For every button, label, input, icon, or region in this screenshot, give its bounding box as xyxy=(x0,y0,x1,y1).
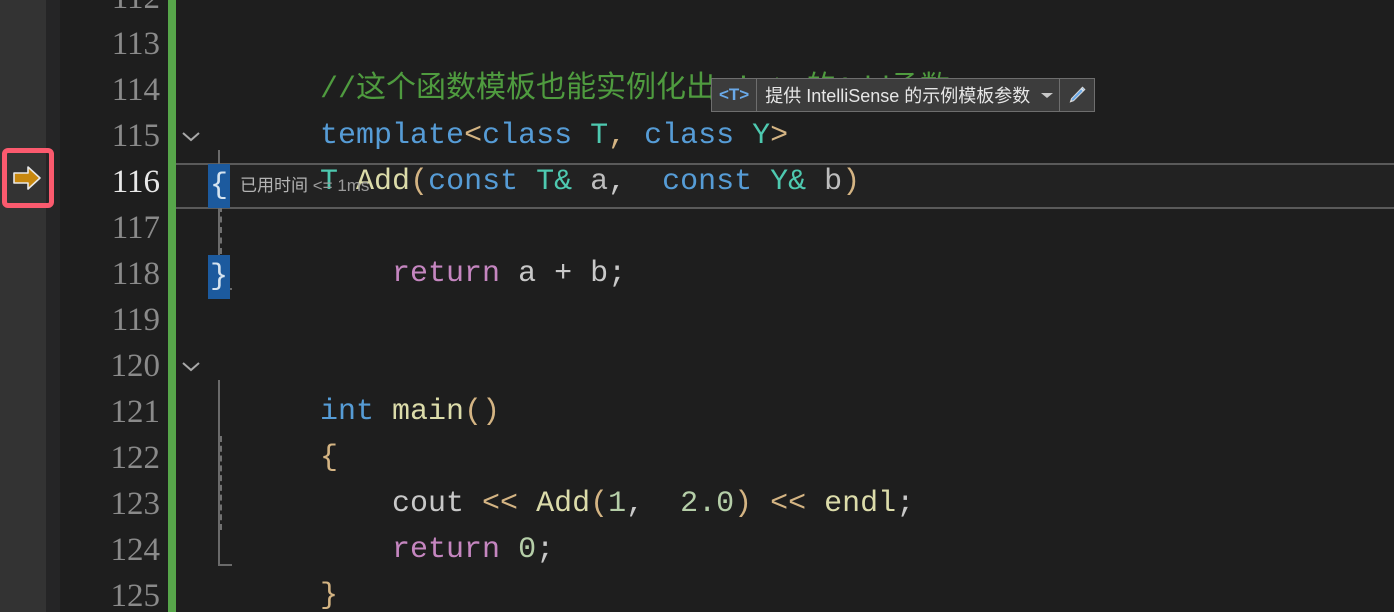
code-line-117: return a + b; xyxy=(176,205,1394,291)
line-number: 115 xyxy=(111,118,160,154)
elapsed-time-hint: 已用时间 <= 1ms xyxy=(240,172,369,200)
modified-lines-indicator xyxy=(168,0,176,612)
current-statement-arrow-icon xyxy=(12,165,42,191)
code-line-115: T Add(const T& a, const Y& b) xyxy=(176,113,1394,199)
token-const-2: const xyxy=(662,165,753,199)
code-line-123: return 0; xyxy=(176,481,1394,567)
line-number: 117 xyxy=(111,210,160,246)
token-brace-close: } xyxy=(320,579,339,612)
line-number: 113 xyxy=(111,26,160,62)
elapsed-time-value: <= 1ms xyxy=(312,176,370,195)
token-paren-open: ( xyxy=(410,165,429,199)
token-param-b: b xyxy=(806,165,843,199)
line-number-active: 116 xyxy=(111,164,160,200)
token-param-type-Y: Y& xyxy=(752,165,807,199)
code-line-121: { xyxy=(176,389,1394,475)
token-param-a: a xyxy=(572,165,609,199)
token-param-type-T: T& xyxy=(518,165,573,199)
line-number: 120 xyxy=(110,348,161,384)
line-number: 124 xyxy=(110,532,161,568)
code-line-118-brace: } xyxy=(209,260,228,294)
token-return: return xyxy=(392,257,501,291)
line-number: 125 xyxy=(110,578,161,612)
token-const-1: const xyxy=(428,165,519,199)
line-number: 118 xyxy=(111,256,160,292)
line-number: 121 xyxy=(110,394,161,430)
code-line-113: //这个函数模板也能实例化出 int 的Add函数 xyxy=(176,21,1394,107)
code-line-120: int main() xyxy=(176,343,1394,429)
code-line-122: cout << Add(1, 2.0) << endl; xyxy=(176,435,1394,521)
line-number: 119 xyxy=(111,302,160,338)
breakpoint-gutter[interactable] xyxy=(0,0,46,612)
intellisense-tooltip-text: 提供 IntelliSense 的示例模板参数 xyxy=(765,86,1031,106)
line-number-gutter: 112 113 114 115 116 117 118 119 120 121 … xyxy=(60,0,168,612)
template-param-tag: <T> xyxy=(712,79,758,111)
pencil-icon[interactable] xyxy=(1059,79,1094,111)
chevron-down-icon[interactable] xyxy=(1039,79,1059,111)
token-expression: a + b; xyxy=(500,257,627,291)
intellisense-template-param-tooltip[interactable]: <T> 提供 IntelliSense 的示例模板参数 xyxy=(711,78,1096,112)
line-number: 112 xyxy=(60,0,160,21)
token-paren-close: ) xyxy=(842,165,861,199)
token-comma: , xyxy=(608,165,663,199)
code-line-116-brace: { xyxy=(209,169,228,203)
gutter-shadow-strip xyxy=(46,0,60,612)
code-line-124: } xyxy=(176,527,1394,612)
line-number: 122 xyxy=(110,440,161,476)
line-number: 114 xyxy=(111,72,160,108)
code-editor: 112 113 114 115 116 117 118 119 120 121 … xyxy=(0,0,1394,612)
elapsed-time-label: 已用时间 xyxy=(240,176,308,195)
line-number: 123 xyxy=(110,486,161,522)
